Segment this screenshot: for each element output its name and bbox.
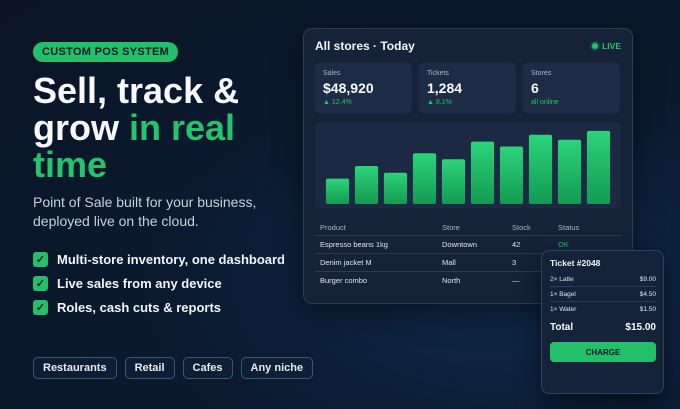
chart-bar xyxy=(441,159,466,204)
table-cell: Burger combo xyxy=(320,276,368,285)
column-header: Status xyxy=(558,222,580,232)
item-price: $4.50 xyxy=(639,291,656,298)
live-indicator: LIVE xyxy=(592,41,621,51)
ticket-line-item: 2× Latte $9.00 xyxy=(550,276,656,287)
product-badge: CUSTOM POS SYSTEM xyxy=(33,42,179,62)
ticket-title: Ticket #2048 xyxy=(550,258,601,268)
feature-list: ✓ Multi-store inventory, one dashboard ✓… xyxy=(33,247,303,319)
headline-line-1: Sell, track & xyxy=(33,70,240,111)
sales-bar-chart xyxy=(315,122,621,208)
total-label: Total xyxy=(550,322,574,333)
stat-value: $48,920 xyxy=(323,80,374,96)
table-header-row: Product Store Stock Status xyxy=(315,219,621,236)
check-icon: ✓ xyxy=(33,299,48,315)
column-header: Store xyxy=(442,222,460,232)
stat-card-sales: Sales $48,920 ▲ 12.4% xyxy=(315,62,412,114)
chart-bar xyxy=(470,141,495,204)
stat-delta: ▲ 12.4% xyxy=(323,99,352,106)
item-name: 1× Water xyxy=(550,306,577,313)
stat-label: Tickets xyxy=(427,70,449,77)
table-cell: North xyxy=(442,276,461,285)
tag-cafes[interactable]: Cafes xyxy=(182,357,233,379)
tag-any-niche[interactable]: Any niche xyxy=(240,357,314,379)
live-dot-icon xyxy=(592,43,599,49)
chart-bar xyxy=(557,139,582,204)
table-cell: Espresso beans 1kg xyxy=(320,240,388,249)
stat-delta: all online xyxy=(531,99,559,106)
chart-bar xyxy=(325,178,350,204)
table-cell: Mall xyxy=(442,258,456,267)
chart-bar xyxy=(586,130,611,204)
column-header: Product xyxy=(320,222,346,232)
table-cell: Denim jacket M xyxy=(320,258,372,267)
item-price: $1.50 xyxy=(639,306,656,313)
headline-line-3-accent: time xyxy=(33,144,108,185)
table-cell: Downtown xyxy=(442,240,478,249)
stat-card-stores: Stores 6 all online xyxy=(523,62,620,114)
niche-tags: Restaurants Retail Cafes Any niche xyxy=(33,357,314,379)
tag-restaurants[interactable]: Restaurants xyxy=(33,357,117,379)
live-label: LIVE xyxy=(602,41,621,51)
feature-label: Roles, cash cuts & reports xyxy=(57,299,221,315)
stat-value: 6 xyxy=(531,80,539,96)
item-name: 1× Bagel xyxy=(550,291,576,298)
stat-card-tickets: Tickets 1,284 ▲ 8.1% xyxy=(419,62,516,114)
subtitle: Point of Sale built for your business, d… xyxy=(33,194,257,229)
charge-button[interactable]: CHARGE xyxy=(550,342,656,362)
feature-item: ✓ Roles, cash cuts & reports xyxy=(33,295,303,319)
headline: Sell, track & grow in real time xyxy=(33,72,303,183)
dashboard-title: All stores · Today xyxy=(315,39,415,53)
status-badge: OK xyxy=(558,240,569,249)
stat-label: Stores xyxy=(531,70,552,77)
item-name: 2× Latte xyxy=(550,276,574,283)
column-header: Stock xyxy=(512,222,531,232)
chart-bar xyxy=(528,134,553,204)
headline-line-2-accent: in real xyxy=(129,107,236,148)
chart-bar xyxy=(354,166,379,204)
tag-retail[interactable]: Retail xyxy=(124,357,175,379)
stat-delta: ▲ 8.1% xyxy=(427,99,452,106)
chart-bar xyxy=(412,153,437,204)
check-icon: ✓ xyxy=(33,275,48,291)
feature-label: Multi-store inventory, one dashboard xyxy=(57,251,286,267)
stat-value: 1,284 xyxy=(427,80,463,96)
hero-section: CUSTOM POS SYSTEM Sell, track & grow in … xyxy=(33,42,303,319)
feature-item: ✓ Multi-store inventory, one dashboard xyxy=(33,247,303,271)
chart-bar xyxy=(499,146,524,204)
check-icon: ✓ xyxy=(33,251,48,267)
item-price: $9.00 xyxy=(639,276,656,283)
ticket-line-item: 1× Water $1.50 xyxy=(550,306,656,316)
feature-label: Live sales from any device xyxy=(57,275,222,291)
ticket-line-item: 1× Bagel $4.50 xyxy=(550,291,656,302)
chart-bar xyxy=(383,172,408,204)
total-value: $15.00 xyxy=(625,322,656,333)
feature-item: ✓ Live sales from any device xyxy=(33,271,303,295)
ticket-total: Total $15.00 xyxy=(550,322,656,333)
bar-chart-svg xyxy=(325,130,611,204)
stat-label: Sales xyxy=(323,70,341,77)
headline-line-2-plain: grow xyxy=(33,107,129,148)
ticket-card: Ticket #2048 2× Latte $9.00 1× Bagel $4.… xyxy=(541,250,664,394)
table-cell: 42 xyxy=(512,240,521,249)
